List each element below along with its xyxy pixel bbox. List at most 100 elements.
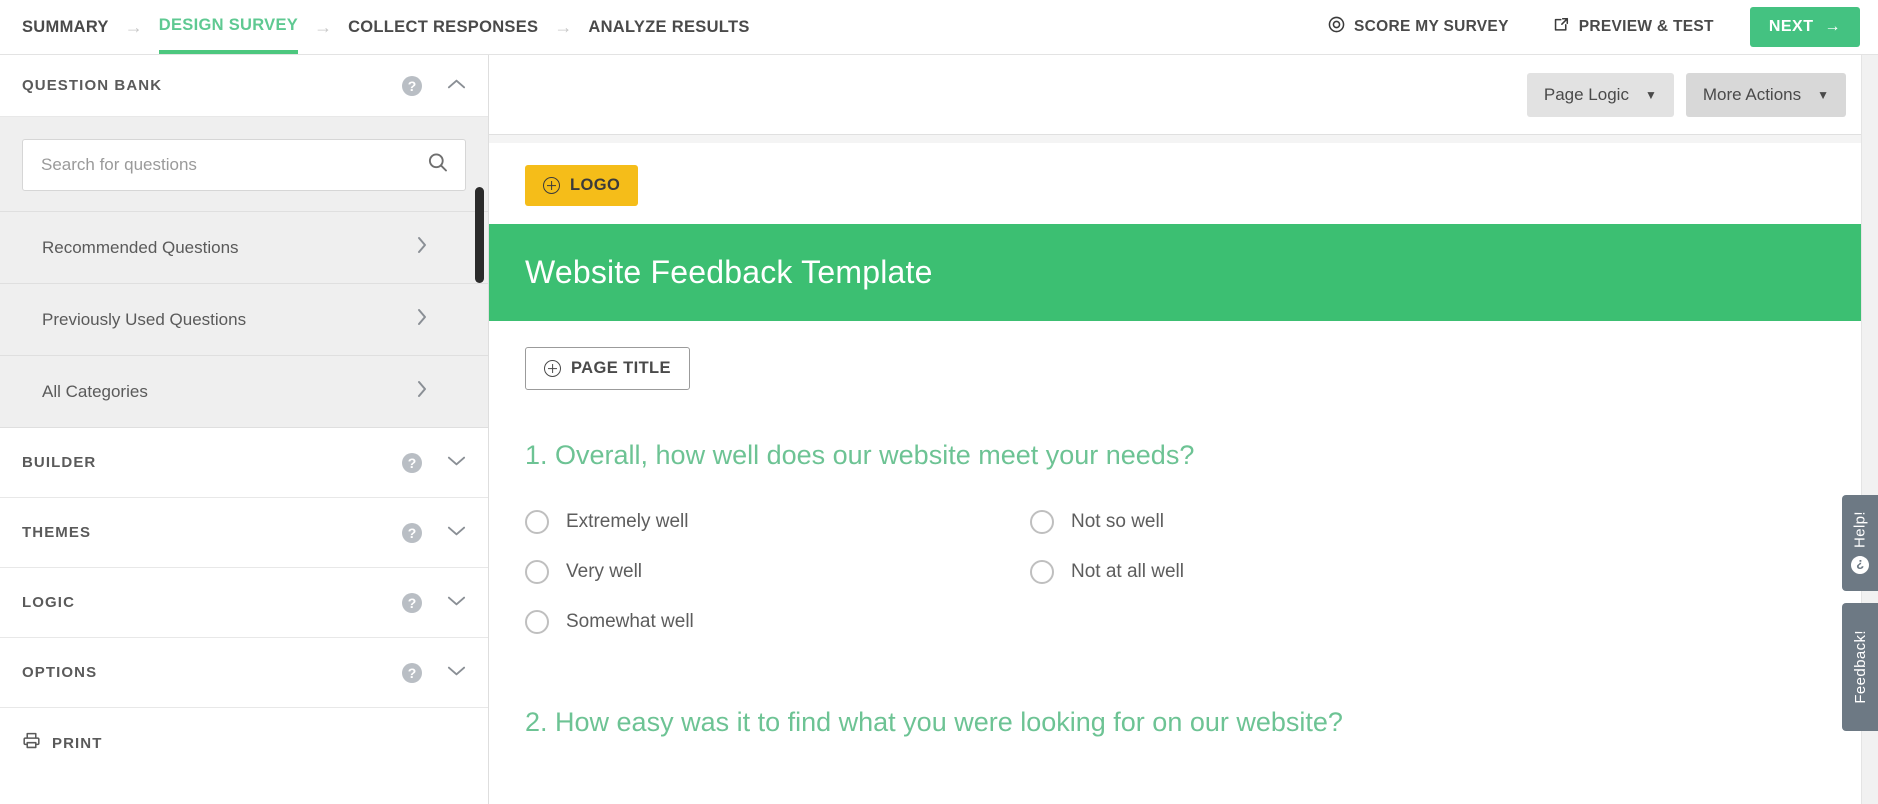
sidebar-section-logic[interactable]: LOGIC ?	[0, 568, 488, 638]
chevron-right-icon	[416, 235, 428, 260]
breadcrumb-arrow-icon: →	[314, 16, 333, 37]
preview-and-test-label: PREVIEW & TEST	[1578, 18, 1714, 35]
left-sidebar: QUESTION BANK ? Recommended Quest	[0, 55, 489, 804]
help-tab-label: Help!	[1851, 511, 1869, 549]
top-nav-actions: SCORE MY SURVEY PREVIEW & TEST NEXT →	[1306, 0, 1860, 54]
category-label: Previously Used Questions	[42, 309, 247, 329]
logic-header-actions: ?	[402, 592, 466, 613]
survey-toolbar: Page Logic ▼ More Actions ▼	[489, 55, 1878, 135]
radio-icon[interactable]	[1030, 510, 1054, 534]
category-recommended-questions[interactable]: Recommended Questions	[0, 211, 488, 283]
nav-tab-summary[interactable]: SUMMARY	[22, 0, 109, 54]
chevron-up-icon[interactable]	[447, 78, 466, 93]
sidebar-section-options[interactable]: OPTIONS ?	[0, 638, 488, 708]
plus-circle-icon	[544, 360, 561, 377]
nav-tab-design-survey[interactable]: DESIGN SURVEY	[158, 0, 299, 54]
option-label: Very well	[566, 561, 643, 582]
logic-label: LOGIC	[22, 594, 75, 611]
option-label: Not so well	[1071, 511, 1164, 532]
sidebar-scrollbar-thumb[interactable]	[475, 187, 484, 283]
survey-title: Website Feedback Template	[525, 254, 933, 290]
question-1[interactable]: 1. Overall, how well does our website me…	[489, 390, 1878, 647]
question-category-list: Recommended Questions Previously Used Qu…	[0, 211, 488, 428]
survey-canvas: LOGO Website Feedback Template PAGE TITL…	[489, 143, 1878, 804]
top-navigation-bar: SUMMARY → DESIGN SURVEY → COLLECT RESPON…	[0, 0, 1878, 55]
help-icon[interactable]: ?	[402, 75, 422, 96]
radio-icon[interactable]	[525, 560, 549, 584]
score-my-survey-button[interactable]: SCORE MY SURVEY	[1306, 16, 1531, 38]
next-button[interactable]: NEXT →	[1749, 7, 1860, 47]
print-label: PRINT	[52, 734, 103, 752]
help-icon[interactable]: ?	[402, 662, 422, 683]
feedback-tab-content: Feedback!	[1852, 630, 1869, 704]
question-1-options: Extremely well Very well Somewhat well N…	[525, 497, 1535, 647]
category-previously-used-questions[interactable]: Previously Used Questions	[0, 283, 488, 355]
help-tab-content: ? Help!	[1851, 511, 1869, 575]
category-all-categories[interactable]: All Categories	[0, 355, 488, 427]
option-very-well[interactable]: Very well	[525, 547, 1030, 597]
next-label: NEXT	[1768, 18, 1814, 35]
builder-header-actions: ?	[402, 452, 466, 473]
page-logic-dropdown[interactable]: Page Logic ▼	[1526, 72, 1674, 117]
sidebar-print-button[interactable]: PRINT	[0, 708, 488, 778]
radio-icon[interactable]	[1030, 560, 1054, 584]
chevron-right-icon	[416, 379, 428, 404]
chevron-down-icon[interactable]	[447, 455, 466, 470]
help-icon[interactable]: ?	[402, 522, 422, 543]
option-somewhat-well[interactable]: Somewhat well	[525, 597, 1030, 647]
builder-label: BUILDER	[22, 454, 97, 471]
themes-header-actions: ?	[402, 522, 466, 543]
page-title-zone: PAGE TITLE	[489, 321, 1878, 390]
options-label: OPTIONS	[22, 664, 98, 681]
chevron-down-icon: ▼	[1644, 87, 1657, 102]
sidebar-section-builder[interactable]: BUILDER ?	[0, 428, 488, 498]
more-actions-label: More Actions	[1702, 84, 1802, 104]
feedback-tab-label: Feedback!	[1851, 630, 1869, 704]
question-bank-label: QUESTION BANK	[22, 77, 163, 94]
chevron-right-icon	[416, 307, 428, 332]
preview-and-test-button[interactable]: PREVIEW & TEST	[1531, 16, 1736, 38]
options-header-actions: ?	[402, 662, 466, 683]
chevron-down-icon[interactable]	[447, 525, 466, 540]
option-label: Not at all well	[1071, 561, 1184, 582]
more-actions-dropdown[interactable]: More Actions ▼	[1685, 72, 1846, 117]
search-box[interactable]	[22, 139, 466, 191]
help-icon[interactable]: ?	[402, 452, 422, 473]
survey-title-banner[interactable]: Website Feedback Template	[489, 224, 1878, 321]
help-icon: ?	[1851, 556, 1869, 575]
feedback-tab[interactable]: Feedback!	[1842, 603, 1878, 731]
page-body: QUESTION BANK ? Recommended Quest	[0, 55, 1878, 804]
radio-icon[interactable]	[525, 610, 549, 634]
add-page-title-button[interactable]: PAGE TITLE	[525, 347, 690, 390]
option-extremely-well[interactable]: Extremely well	[525, 497, 1030, 547]
help-tab[interactable]: ? Help!	[1842, 495, 1878, 591]
option-not-at-all-well[interactable]: Not at all well	[1030, 547, 1535, 597]
help-icon[interactable]: ?	[402, 592, 422, 613]
sidebar-section-themes[interactable]: THEMES ?	[0, 498, 488, 568]
sidebar-scrollbar[interactable]	[475, 187, 484, 507]
category-label: All Categories	[42, 381, 148, 401]
nav-tab-collect-responses[interactable]: COLLECT RESPONSES	[348, 0, 538, 54]
arrow-right-icon: →	[1824, 18, 1841, 35]
search-input[interactable]	[23, 140, 465, 190]
question-1-text: 1. Overall, how well does our website me…	[525, 440, 1195, 470]
logo-zone: LOGO	[489, 143, 1878, 224]
nav-tab-analyze-results[interactable]: ANALYZE RESULTS	[588, 0, 749, 54]
category-label: Recommended Questions	[42, 237, 239, 257]
radio-icon[interactable]	[525, 510, 549, 534]
breadcrumb: SUMMARY → DESIGN SURVEY → COLLECT RESPON…	[22, 0, 750, 54]
option-not-so-well[interactable]: Not so well	[1030, 497, 1535, 547]
target-icon	[1328, 16, 1345, 38]
add-logo-button[interactable]: LOGO	[525, 165, 639, 206]
question-2[interactable]: 2. How easy was it to find what you were…	[489, 647, 1878, 738]
search-icon[interactable]	[427, 152, 449, 179]
external-link-icon	[1553, 16, 1570, 38]
sidebar-section-question-bank[interactable]: QUESTION BANK ?	[0, 55, 488, 117]
plus-circle-icon	[543, 177, 560, 194]
chevron-down-icon[interactable]	[447, 595, 466, 610]
score-my-survey-label: SCORE MY SURVEY	[1354, 18, 1509, 35]
search-area	[0, 117, 488, 211]
page-logic-label: Page Logic	[1543, 84, 1629, 104]
chevron-down-icon[interactable]	[447, 665, 466, 680]
question-bank-header-actions: ?	[402, 75, 466, 96]
